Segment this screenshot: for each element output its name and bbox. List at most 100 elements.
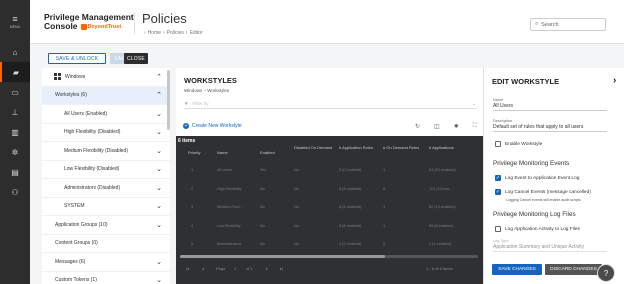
items-count: 6 items: [178, 138, 196, 144]
search-placeholder: Search: [541, 21, 559, 28]
tree-item[interactable]: Custom Tokens (1) ⌄: [42, 272, 170, 284]
chevron-down-icon[interactable]: ⌄: [156, 258, 162, 266]
enable-workstyle-checkbox[interactable]: Enable Workstyle: [495, 141, 542, 147]
menu-button[interactable]: ≡ MENU: [0, 0, 30, 42]
pager-range: 1 - 6 of 6 items: [426, 266, 453, 271]
log-cancel-checkbox[interactable]: ✓ Log Cancel Events (message cancelled): [495, 189, 591, 195]
log-activity-checkbox[interactable]: Log Application Activity to Log Files: [495, 226, 580, 232]
table-cell: 1: [191, 168, 194, 172]
edit-workstyle-panel: EDIT WORKSTYLE › Name All Users Descript…: [483, 68, 624, 284]
home-icon[interactable]: ⌂: [0, 42, 30, 62]
tree-item[interactable]: Workstyles (6) ⌃: [42, 86, 170, 105]
description-value: Default set of rules that apply to all u…: [493, 124, 584, 130]
page-number-input[interactable]: 1: [234, 266, 236, 271]
create-workstyle-button[interactable]: + Create New Workstyle: [183, 123, 242, 129]
last-page-icon[interactable]: ▸|: [280, 266, 283, 271]
workstyles-breadcrumb: Windows – Workstyles: [184, 88, 230, 93]
chevron-up-icon[interactable]: ⌃: [156, 91, 162, 99]
tree-item[interactable]: Low Flexibility (Disabled) ⌄: [42, 161, 170, 179]
tree-item[interactable]: All Users (Enabled) ⌄: [42, 105, 170, 124]
chevron-down-icon[interactable]: ⌄: [472, 101, 476, 107]
chevron-down-icon[interactable]: ⌄: [156, 165, 162, 173]
table-row[interactable]: 4 Low Flexibility No No 8 (8 enabled) 1 66 (8 …: [176, 220, 483, 232]
search-input[interactable]: ⌕ Search: [530, 18, 606, 31]
description-field[interactable]: Description Default set of rules that ap…: [493, 119, 607, 132]
grid-header: Priority Name Enabled Disabled On Demand # A…: [176, 145, 483, 163]
chevron-down-icon[interactable]: ⌄: [156, 276, 162, 284]
chevron-down-icon[interactable]: ⌄: [156, 221, 162, 229]
name-field[interactable]: Name All Users: [493, 98, 607, 111]
tree-item[interactable]: Messages (6) ⌄: [42, 253, 170, 272]
grid-hscrollbar[interactable]: [180, 255, 478, 258]
column-header[interactable]: Priority: [188, 150, 214, 156]
breadcrumb-home[interactable]: Home: [148, 30, 161, 36]
collapse-panel-icon[interactable]: ›: [613, 75, 616, 86]
enable-workstyle-label: Enable Workstyle: [505, 141, 543, 147]
expand-icon[interactable]: ⛶: [473, 123, 477, 130]
table-row[interactable]: 1 All Users Yes No 0 (0 enabled) 1 24 (23 enab…: [176, 164, 483, 176]
checkbox-icon: [495, 226, 501, 232]
search-icon: ⌕: [535, 21, 539, 27]
tree-scrollbar[interactable]: [167, 70, 170, 130]
policy-icon[interactable]: ▰: [0, 62, 30, 82]
column-header[interactable]: Name: [217, 150, 257, 156]
analytics-icon[interactable]: ▥: [0, 122, 30, 142]
help-icon[interactable]: ?: [597, 264, 615, 282]
table-cell: Yes: [260, 168, 267, 172]
tree-item[interactable]: Administrators (Disabled) ⌄: [42, 179, 170, 198]
tree-item-label: Windows: [65, 74, 86, 81]
chevron-up-icon[interactable]: ⌃: [156, 73, 162, 81]
edit-workstyle-title: EDIT WORKSTYLE: [492, 77, 560, 86]
refresh-icon[interactable]: ↻: [415, 123, 420, 130]
tree-item[interactable]: Medium Flexibility (Disabled) ⌄: [42, 142, 170, 161]
log-type-select[interactable]: Log Type Application Summary and Unique …: [493, 239, 607, 252]
table-row[interactable]: 5 Administrators No No 2 (2 enabled) 0 2 (2 en…: [176, 238, 483, 250]
table-row[interactable]: 3 Medium Flexi... No No 8 (8 enabled) 1 62 (13…: [176, 201, 483, 213]
chevron-down-icon[interactable]: ⌄: [156, 202, 162, 210]
column-header[interactable]: # Applications: [429, 145, 479, 151]
chevron-down-icon[interactable]: ⌄: [156, 110, 162, 118]
log-files-title: Privilege Monitoring Log Files: [493, 211, 576, 218]
column-header[interactable]: Disabled On Demand: [294, 145, 336, 151]
groups-icon[interactable]: ⊥: [0, 102, 30, 122]
save-unlock-button[interactable]: SAVE & UNLOCK: [48, 53, 106, 64]
column-header[interactable]: # On Demand Rules: [383, 145, 426, 151]
clipboard-icon[interactable]: ▤: [0, 162, 30, 182]
tree-item[interactable]: Content Groups (0): [42, 235, 170, 253]
brand-title-line2: Console: [44, 21, 78, 31]
table-cell: 2 (2 enabled): [339, 242, 362, 246]
table-cell: 0 (0 enabled): [339, 168, 362, 172]
discard-changes-button[interactable]: DISCARD CHANGES: [545, 264, 602, 275]
column-header[interactable]: # Application Rules: [339, 145, 380, 151]
chevron-down-icon[interactable]: ⌄: [156, 128, 162, 136]
chevron-down-icon[interactable]: ⌄: [156, 184, 162, 192]
brand[interactable]: Privilege Management Console BeyondTrust: [44, 13, 134, 31]
tree-item-label: High Flexibility (Disabled): [64, 129, 121, 136]
settings-icon[interactable]: ✲: [0, 142, 30, 162]
breadcrumb-editor: Editor: [189, 30, 203, 36]
first-page-icon[interactable]: |◂: [186, 266, 189, 271]
tree-item[interactable]: Application Groups (10) ⌄: [42, 216, 170, 235]
table-cell: 8 (8 enabled): [339, 205, 362, 209]
tree-item[interactable]: SYSTEM ⌄: [42, 198, 170, 216]
table-cell: No: [260, 242, 265, 246]
breadcrumb-policies[interactable]: Policies: [167, 30, 184, 36]
table-row[interactable]: 2 High Flexibility No No 8 (8 enabled) 8 110 (…: [176, 183, 483, 195]
log-type-label: Log Type: [493, 239, 509, 243]
gear-icon[interactable]: ✹: [454, 123, 459, 130]
prev-page-icon[interactable]: ◂: [202, 266, 204, 271]
tree-item[interactable]: Windows ⌃: [42, 68, 170, 87]
filter-input[interactable]: ▼ Filter by ⌄: [184, 99, 476, 109]
tree-item-label: All Users (Enabled): [64, 110, 108, 117]
columns-icon[interactable]: ◫: [434, 123, 440, 130]
table-cell: 5: [191, 242, 194, 246]
next-page-icon[interactable]: ▸: [266, 266, 268, 271]
save-changes-button[interactable]: SAVE CHANGES: [492, 264, 542, 275]
close-button[interactable]: CLOSE: [124, 53, 148, 64]
log-app-event-checkbox[interactable]: ✓ Log Event to Application Event Log: [495, 175, 579, 181]
computers-icon[interactable]: ▭: [0, 82, 30, 102]
column-header[interactable]: Enabled: [260, 150, 291, 156]
tree-item[interactable]: High Flexibility (Disabled) ⌄: [42, 124, 170, 142]
chevron-down-icon[interactable]: ⌄: [156, 147, 162, 155]
user-add-icon[interactable]: ⚇: [0, 182, 30, 202]
